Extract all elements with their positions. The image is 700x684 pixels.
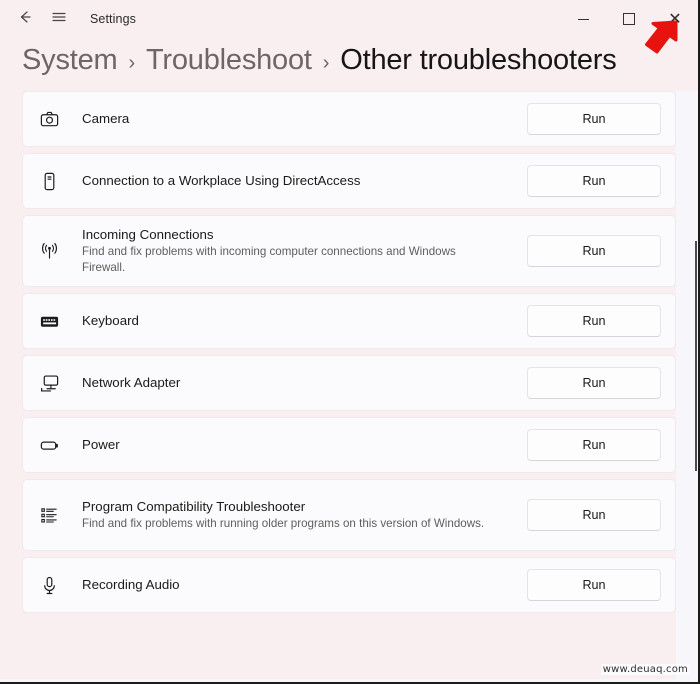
keyboard-icon — [39, 311, 69, 332]
title-bar: Settings ✕ — [0, 0, 698, 38]
back-arrow-icon — [16, 8, 34, 31]
breadcrumb: System › Troubleshoot › Other troublesho… — [22, 44, 698, 77]
close-button[interactable]: ✕ — [652, 0, 698, 38]
table-row[interactable]: Camera Run — [22, 91, 676, 147]
window-controls: ✕ — [560, 0, 698, 38]
network-adapter-icon — [39, 373, 69, 394]
row-text: Connection to a Workplace Using DirectAc… — [69, 172, 527, 190]
row-title: Network Adapter — [82, 375, 181, 391]
table-row[interactable]: Power Run — [22, 417, 676, 473]
chevron-right-icon: › — [322, 52, 330, 74]
table-row[interactable]: Recording Audio Run — [22, 557, 676, 613]
run-button[interactable]: Run — [527, 367, 661, 399]
microphone-icon — [39, 575, 69, 596]
row-title: Camera — [82, 111, 130, 127]
chevron-right-icon: › — [128, 52, 136, 74]
row-title: Recording Audio — [82, 577, 180, 593]
breadcrumb-item-system[interactable]: System — [22, 44, 118, 77]
row-text: Camera — [69, 110, 527, 128]
row-text: Incoming Connections Find and fix proble… — [69, 226, 527, 276]
run-button[interactable]: Run — [527, 429, 661, 461]
table-row[interactable]: Incoming Connections Find and fix proble… — [22, 215, 676, 287]
row-text: Power — [69, 436, 527, 454]
breadcrumb-item-troubleshoot[interactable]: Troubleshoot — [146, 44, 312, 77]
row-text: Network Adapter — [69, 374, 527, 392]
table-row[interactable]: Program Compatibility Troubleshooter Fin… — [22, 479, 676, 551]
run-button[interactable]: Run — [527, 103, 661, 135]
maximize-icon — [623, 13, 635, 25]
table-row[interactable]: Network Adapter Run — [22, 355, 676, 411]
program-list-icon — [39, 505, 69, 526]
settings-window: Settings ✕ System › Troubleshoot › Other… — [0, 0, 700, 684]
battery-power-icon — [39, 435, 69, 456]
run-button[interactable]: Run — [527, 569, 661, 601]
minimize-button[interactable] — [560, 0, 606, 38]
row-title: Incoming Connections — [82, 227, 214, 243]
row-text: Keyboard — [69, 312, 527, 330]
row-description: Find and fix problems with incoming comp… — [82, 244, 456, 274]
page-title: Other troubleshooters — [340, 44, 617, 76]
back-button[interactable] — [8, 3, 42, 35]
row-text: Program Compatibility Troubleshooter Fin… — [69, 498, 527, 532]
camera-icon — [39, 109, 69, 130]
troubleshooter-list: Camera Run Connection to a Workplace Usi… — [0, 91, 698, 679]
maximize-button[interactable] — [606, 0, 652, 38]
row-title: Program Compatibility Troubleshooter — [82, 499, 306, 515]
hamburger-menu-button[interactable] — [42, 3, 76, 35]
run-button[interactable]: Run — [527, 305, 661, 337]
hamburger-menu-icon — [51, 9, 67, 30]
directaccess-device-icon — [39, 171, 69, 192]
run-button[interactable]: Run — [527, 235, 661, 267]
table-row[interactable]: Keyboard Run — [22, 293, 676, 349]
minimize-icon — [577, 18, 589, 20]
run-button[interactable]: Run — [527, 499, 661, 531]
row-title: Connection to a Workplace Using DirectAc… — [82, 173, 361, 189]
row-title: Power — [82, 437, 120, 453]
app-title: Settings — [90, 12, 136, 26]
table-row[interactable]: Connection to a Workplace Using DirectAc… — [22, 153, 676, 209]
row-description: Find and fix problems with running older… — [82, 516, 485, 530]
scrollbar-thumb[interactable] — [695, 241, 697, 471]
row-title: Keyboard — [82, 313, 139, 329]
broadcast-signal-icon — [39, 241, 69, 262]
close-icon: ✕ — [668, 9, 682, 28]
run-button[interactable]: Run — [527, 165, 661, 197]
watermark: www.deuaq.com — [600, 664, 690, 675]
row-text: Recording Audio — [69, 576, 527, 594]
page-header: System › Troubleshoot › Other troublesho… — [0, 38, 698, 91]
